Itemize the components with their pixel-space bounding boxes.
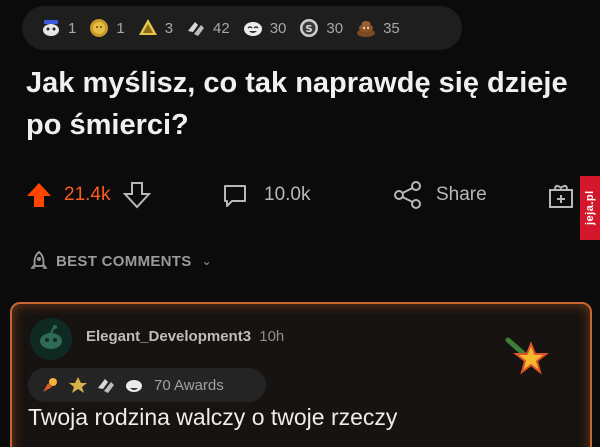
avatar[interactable] <box>30 318 72 360</box>
post-actions-bar: 21.4k 10.0k Share <box>0 172 600 218</box>
gold-sun-icon <box>90 19 109 37</box>
comment-card[interactable]: Elegant_Development3 10h 70 Awards Twoja… <box>10 302 592 447</box>
share-icon <box>394 181 421 209</box>
upvote-arrow-icon[interactable] <box>24 180 54 210</box>
award-count: 1 <box>116 19 125 37</box>
rocket-icon <box>30 250 48 269</box>
watermark-logo: jeja.pl <box>580 176 600 240</box>
comment-text: Twoja rodzina walczy o twoje rzeczy <box>28 404 398 430</box>
award-count: 1 <box>68 19 77 37</box>
award-count: 35 <box>383 19 400 37</box>
comment-count: 10.0k <box>264 184 311 205</box>
award-item[interactable]: 1 <box>88 17 125 39</box>
laughing-face-icon <box>126 380 142 392</box>
comments-button[interactable]: 10.0k <box>220 172 310 218</box>
username[interactable]: Elegant_Development3 <box>86 328 251 345</box>
downvote-arrow-icon[interactable] <box>122 180 152 210</box>
award-count: 3 <box>164 19 174 37</box>
upvote-count: 21.4k <box>64 184 111 205</box>
award-count: 42 <box>213 19 230 37</box>
poop-face-icon <box>357 21 376 37</box>
comment-bubble-icon <box>224 185 246 207</box>
hands-clap-icon <box>98 379 114 393</box>
comment-awards-bar[interactable]: 70 Awards <box>28 368 266 402</box>
award-button[interactable] <box>546 172 576 218</box>
award-count: 30 <box>269 19 287 37</box>
award-item[interactable]: 1 <box>40 17 76 39</box>
share-label: Share <box>436 184 487 205</box>
award-item[interactable]: 42 <box>185 17 230 39</box>
silver-coin-icon: S <box>300 19 319 37</box>
helpful-badge-icon <box>138 19 157 35</box>
award-count: 30 <box>326 19 344 37</box>
awards-count-label: 70 Awards <box>154 376 224 394</box>
shooting-star-award-icon <box>505 337 549 375</box>
award-item[interactable]: 35 <box>355 17 400 39</box>
post-awards-bar[interactable]: 1 1 3 42 30 S 30 35 <box>22 6 462 50</box>
sort-label: BEST COMMENTS <box>56 252 192 270</box>
hands-clap-icon <box>188 22 205 36</box>
snoo-avatar-icon <box>40 325 62 349</box>
svg-text:S: S <box>306 24 313 35</box>
helpful-badge-icon <box>69 377 87 393</box>
share-button[interactable]: Share <box>392 172 487 218</box>
chevron-down-icon: ⌄ <box>201 254 212 268</box>
comment-author[interactable]: Elegant_Development3 10h <box>86 328 284 345</box>
gift-icon <box>549 184 573 208</box>
award-item[interactable]: S 30 <box>298 17 343 39</box>
post-title: Jak myślisz, co tak naprawdę się dzieje … <box>26 67 568 141</box>
upvote-group: 21.4k <box>24 172 152 218</box>
laughing-face-icon <box>243 22 262 36</box>
comment-time: 10h <box>259 328 285 345</box>
sort-comments-dropdown[interactable]: BEST COMMENTS ⌄ <box>28 250 212 272</box>
rocket-like-icon <box>43 378 57 392</box>
award-item[interactable]: 3 <box>137 17 173 39</box>
snoo-face-icon <box>43 20 59 36</box>
award-item[interactable]: 30 <box>242 17 287 39</box>
